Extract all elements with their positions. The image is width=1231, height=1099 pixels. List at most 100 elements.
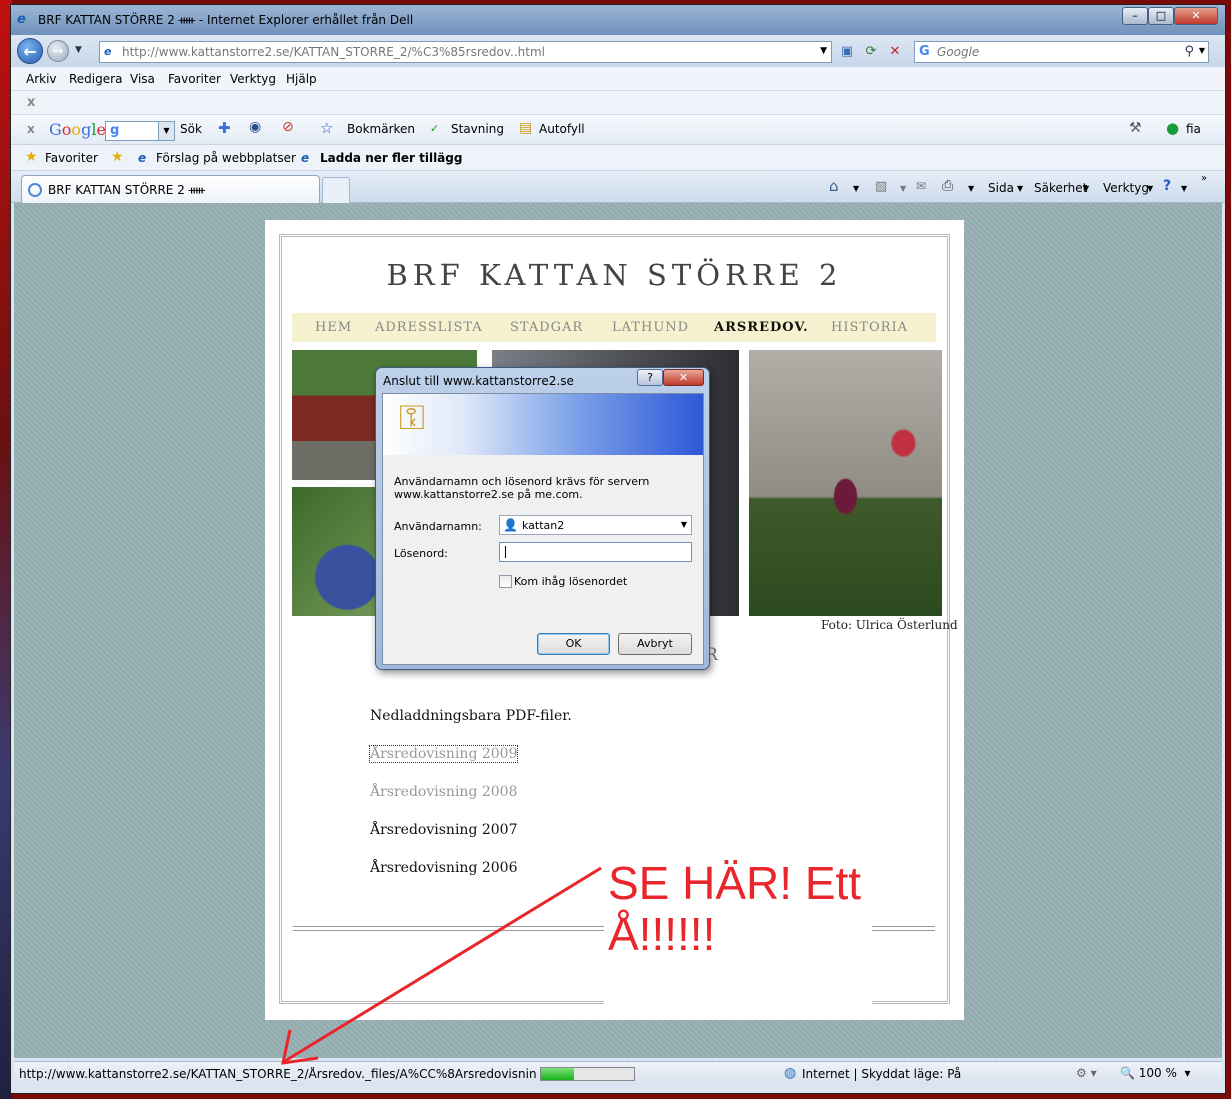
loading-icon bbox=[28, 183, 42, 197]
globe-icon: ◍ bbox=[784, 1065, 797, 1081]
pagerank-icon[interactable]: ◉ bbox=[249, 119, 261, 135]
search-input[interactable] bbox=[937, 45, 1167, 59]
maximize-button[interactable]: □ bbox=[1148, 7, 1174, 25]
recent-pages-dropdown[interactable]: ▼ bbox=[75, 45, 82, 55]
feeds-icon[interactable]: ▧ bbox=[875, 179, 887, 194]
dialog-banner: ⚿ bbox=[383, 394, 703, 455]
page-menu[interactable]: Sida bbox=[988, 181, 1014, 195]
search-options-dropdown[interactable]: ▼ bbox=[1199, 46, 1205, 55]
add-favorite-icon[interactable]: ★ bbox=[111, 149, 124, 165]
window-title: BRF KATTAN STÖRRE 2 ᚔ - Internet Explore… bbox=[38, 13, 414, 27]
nav-arsredov[interactable]: ARSREDOV. bbox=[714, 320, 809, 335]
chevron-down-icon[interactable]: ▼ bbox=[158, 122, 174, 140]
chevron-down-icon[interactable]: ▼ bbox=[681, 520, 687, 529]
remember-password-label[interactable]: Kom ihåg lösenordet bbox=[514, 575, 627, 588]
username-value: kattan2 bbox=[522, 519, 565, 532]
url-text[interactable]: http://www.kattanstorre2.se/KATTAN_STORR… bbox=[122, 45, 545, 59]
autofill-button[interactable]: Autofyll bbox=[539, 122, 585, 136]
suggested-sites-link[interactable]: Förslag på webbplatser bbox=[156, 151, 296, 165]
menu-verktyg[interactable]: Verktyg bbox=[230, 72, 276, 86]
username-field[interactable]: 👤 kattan2 ▼ bbox=[499, 515, 692, 535]
nav-historia[interactable]: HISTORIA bbox=[831, 320, 908, 335]
address-bar[interactable]: e http://www.kattanstorre2.se/KATTAN_STO… bbox=[99, 41, 832, 63]
close-toolbar-icon[interactable]: x bbox=[27, 95, 35, 110]
bookmark-star-icon[interactable]: ☆ bbox=[320, 119, 333, 137]
ok-button[interactable]: OK bbox=[537, 633, 610, 655]
tools-dropdown[interactable]: ▼ bbox=[1147, 184, 1153, 193]
zoom-level[interactable]: 🔍 100 % ▾ bbox=[1120, 1066, 1191, 1080]
nav-stadgar[interactable]: STADGAR bbox=[510, 320, 583, 335]
dialog-help-button[interactable]: ? bbox=[637, 369, 663, 386]
security-zone[interactable]: Internet | Skyddat läge: På bbox=[802, 1067, 961, 1081]
ie-page-icon: e bbox=[138, 151, 147, 165]
dialog-close-button[interactable]: ✕ bbox=[663, 369, 704, 386]
print-icon[interactable]: ⎙ bbox=[942, 178, 953, 194]
menu-arkiv[interactable]: Arkiv bbox=[26, 72, 57, 86]
stop-icon[interactable]: ✕ bbox=[885, 42, 905, 62]
close-google-toolbar-icon[interactable]: x bbox=[27, 122, 35, 136]
page-icon: e bbox=[104, 45, 112, 58]
google-toolbar: x Google g ▼ Sök ✚ ◉ ⊘ ☆ Bokmärken ✓ Sta… bbox=[11, 115, 1225, 145]
spellcheck-icon: ✓ bbox=[430, 122, 440, 135]
remember-password-checkbox[interactable] bbox=[499, 575, 512, 588]
nav-hem[interactable]: HEM bbox=[315, 320, 352, 335]
safety-dropdown[interactable]: ▼ bbox=[1083, 184, 1089, 193]
wrench-icon[interactable]: ⚒ bbox=[1129, 120, 1142, 136]
address-dropdown[interactable]: ▼ bbox=[820, 46, 827, 56]
pdf-link-2009[interactable]: Årsredovisning 2009 bbox=[368, 745, 519, 763]
popup-blocker-icon[interactable]: ⊘ bbox=[282, 119, 294, 135]
pdf-link-2006[interactable]: Årsredovisning 2006 bbox=[370, 860, 517, 876]
title-bar: e BRF KATTAN STÖRRE 2 ᚔ - Internet Explo… bbox=[11, 5, 1225, 35]
nav-lathund[interactable]: LATHUND bbox=[612, 320, 689, 335]
help-icon[interactable]: ? bbox=[1163, 178, 1171, 194]
mail-icon[interactable]: ✉ bbox=[916, 179, 926, 193]
print-dropdown[interactable]: ▼ bbox=[968, 184, 974, 193]
favorites-bar: ★ Favoriter ★ e Förslag på webbplatser e… bbox=[11, 145, 1225, 171]
new-tab-button[interactable] bbox=[322, 177, 350, 203]
pdf-heading: Nedladdningsbara PDF-filer. bbox=[370, 708, 572, 724]
help-dropdown[interactable]: ▼ bbox=[1181, 184, 1187, 193]
status-bar: http://www.kattanstorre2.se/KATTAN_STORR… bbox=[14, 1061, 1222, 1085]
google-search-combo[interactable]: g ▼ bbox=[105, 121, 175, 141]
menu-visa[interactable]: Visa bbox=[130, 72, 155, 86]
google-search-button[interactable]: Sök bbox=[180, 122, 202, 136]
search-icon[interactable]: ⚲ bbox=[1184, 44, 1194, 59]
page-dropdown[interactable]: ▼ bbox=[1017, 184, 1023, 193]
user-account-button[interactable]: fia bbox=[1186, 122, 1201, 136]
google-logo: Google bbox=[49, 120, 106, 139]
refresh-icon[interactable]: ⟳ bbox=[861, 42, 881, 62]
pdf-link-2007[interactable]: Årsredovisning 2007 bbox=[370, 822, 517, 838]
tab-brf-kattan[interactable]: BRF KATTAN STÖRRE 2 ᚔ bbox=[21, 175, 320, 203]
google-g-icon: g bbox=[110, 123, 120, 138]
plus-icon[interactable]: ✚ bbox=[218, 119, 231, 137]
ie-logo-icon: e bbox=[17, 12, 26, 27]
more-commands-icon[interactable]: » bbox=[1201, 173, 1207, 184]
compatibility-view-icon[interactable]: ▣ bbox=[837, 42, 857, 62]
safety-menu[interactable]: Säkerhet bbox=[1034, 181, 1087, 195]
get-addons-link[interactable]: Ladda ner fler tillägg bbox=[320, 151, 462, 165]
close-window-button[interactable]: ✕ bbox=[1174, 7, 1218, 25]
feeds-dropdown[interactable]: ▼ bbox=[900, 184, 906, 193]
text-caret bbox=[505, 546, 506, 558]
home-dropdown[interactable]: ▼ bbox=[853, 184, 859, 193]
bookmarks-button[interactable]: Bokmärken bbox=[347, 122, 415, 136]
spellcheck-button[interactable]: Stavning bbox=[451, 122, 504, 136]
minimize-button[interactable]: – bbox=[1122, 7, 1148, 25]
tools-menu[interactable]: Verktyg bbox=[1103, 181, 1149, 195]
favorites-button[interactable]: Favoriter bbox=[45, 151, 98, 165]
menu-hjalp[interactable]: Hjälp bbox=[286, 72, 317, 86]
dialog-body: ⚿ Användarnamn och lösenord krävs för se… bbox=[382, 393, 704, 665]
nav-adresslista[interactable]: ADRESSLISTA bbox=[375, 320, 483, 335]
site-title: BRF KATTAN STÖRRE 2 bbox=[386, 258, 843, 292]
home-icon[interactable]: ⌂ bbox=[829, 177, 839, 195]
pdf-link-2008[interactable]: Årsredovisning 2008 bbox=[370, 784, 517, 800]
menu-redigera[interactable]: Redigera bbox=[69, 72, 122, 86]
password-field[interactable] bbox=[499, 542, 692, 562]
back-button[interactable]: ← bbox=[17, 38, 43, 64]
search-box[interactable]: G ⚲ ▼ bbox=[914, 41, 1209, 63]
forward-button[interactable]: → bbox=[47, 40, 69, 62]
settings-icon[interactable]: ⚙ ▾ bbox=[1076, 1066, 1097, 1080]
dialog-message: Användarnamn och lösenord krävs för serv… bbox=[394, 475, 650, 501]
cancel-button[interactable]: Avbryt bbox=[618, 633, 692, 655]
menu-favoriter[interactable]: Favoriter bbox=[168, 72, 221, 86]
